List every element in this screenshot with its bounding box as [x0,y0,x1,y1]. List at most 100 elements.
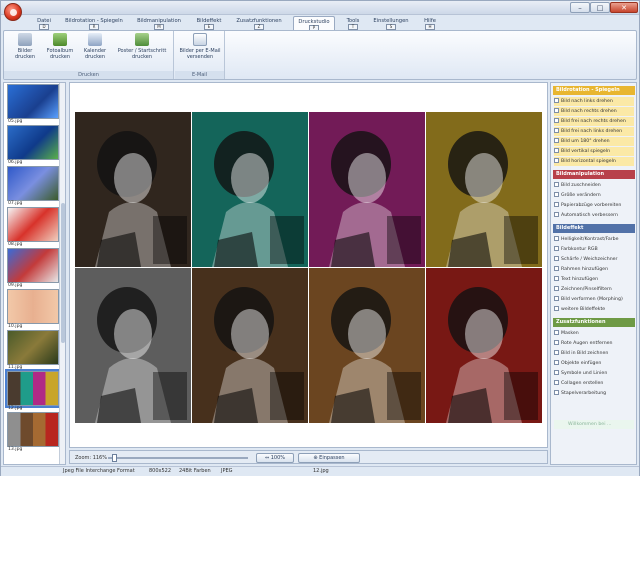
panel-item[interactable]: Rahmen hinzufügen [554,265,634,274]
panel-item[interactable]: Papierabzüge vorbereiten [554,201,634,210]
email-icon [193,33,207,46]
image-canvas[interactable] [69,82,548,448]
thumbnail-label: 13.jpg [8,447,23,452]
panel-item[interactable]: Bild vertikal spiegeln [554,147,634,156]
panel-footer: Willkommen bei ... [554,420,634,429]
panel-section-header[interactable]: Bildrotation - Spiegeln [553,86,635,95]
function-icon [554,148,559,153]
function-icon [554,286,559,291]
function-icon [554,390,559,395]
poster-icon [135,33,149,46]
function-icon [554,266,559,271]
tab-tools[interactable]: Tools T [341,16,365,31]
tab-datei[interactable]: Datei D [33,16,55,31]
panel-item[interactable]: Symbole und Linien [554,369,634,378]
tab-bildmanipulation[interactable]: Bildmanipulation M [133,16,185,31]
panel-item[interactable]: Bild verformen (Morphing) [554,295,634,304]
thumbnail[interactable] [7,207,59,242]
panel-item[interactable]: Stapelverarbeitung [554,389,634,398]
tab-einstellungen[interactable]: Einstellungen S [369,16,413,31]
function-icon [554,246,559,251]
panel-item[interactable]: Text hinzufügen [554,275,634,284]
function-icon [554,330,559,335]
function-icon [554,370,559,375]
status-type: JPEG [221,468,233,474]
function-icon [554,118,559,123]
collage-tile [309,268,425,423]
scrollbar-thumb[interactable] [61,203,65,343]
panel-section-header[interactable]: Bildmanipulation [553,170,635,179]
panel-section-header[interactable]: Bildeffekt [553,224,635,233]
function-panel: Bildrotation - Spiegeln Bild nach links d… [550,82,637,465]
panel-item[interactable]: Objekte einfügen [554,359,634,368]
panel-item[interactable]: weitere Bildeffekte [554,305,634,314]
minimize-button[interactable]: – [570,2,590,13]
tab-druckstudio[interactable]: Druckstudio P [293,16,335,31]
maximize-button[interactable]: □ [590,2,610,13]
group-label-drucken: Drucken [4,71,173,79]
panel-item[interactable]: Zeichnen/Pinselfiltern [554,285,634,294]
zoom-fit-button[interactable]: ⊕ Einpassen [298,453,360,463]
function-icon [554,296,559,301]
thumbnail[interactable] [7,248,59,283]
function-icon [554,182,559,187]
panel-item[interactable]: Farbkontur RGB [554,245,634,254]
panel-item[interactable]: Helligkeit/Kontrast/Farbe [554,235,634,244]
collage-tile [192,268,308,423]
close-button[interactable]: ✕ [610,2,638,13]
send-email-button[interactable]: Bilder per E-Mail versenden [177,33,223,60]
tab-hilfe[interactable]: Hilfe H [419,16,441,31]
ribbon: Bilder drucken Fotoalbum drucken Kalende… [3,30,637,80]
function-icon [554,192,559,197]
collage-tile [309,112,425,267]
function-icon [554,108,559,113]
thumbnail[interactable] [7,125,59,160]
function-icon [554,276,559,281]
panel-item[interactable]: Bild zuschneiden [554,181,634,190]
zoom-bar: Zoom: 116% ⇔ 100% ⊕ Einpassen [69,450,548,464]
panel-item[interactable]: Bild nach links drehen [554,97,634,106]
app-menu-button[interactable] [4,3,22,21]
thumbnail-scrollbar[interactable] [59,83,65,464]
title-bar: – □ ✕ [1,1,639,15]
thumbnail-selected[interactable] [5,369,61,408]
panel-item[interactable]: Bild horizontal spiegeln [554,157,634,166]
panel-item[interactable]: Bild frei nach rechts drehen [554,117,634,126]
thumbnail-label: 11.jpg [8,365,23,370]
printer-icon [18,33,32,46]
tab-zusatzfunktionen[interactable]: Zusatzfunktionen Z [231,16,287,31]
thumbnail[interactable] [7,289,59,324]
panel-item[interactable]: Rote Augen entfernen [554,339,634,348]
panel-item[interactable]: Bild in Bild zeichnen [554,349,634,358]
function-icon [554,98,559,103]
thumbnail-strip: 05.jpg 06.jpg 07.jpg 08.jpg 09.jpg 10.jp… [3,82,66,465]
print-images-button[interactable]: Bilder drucken [7,33,43,60]
panel-item[interactable]: Bild um 180° drehen [554,137,634,146]
thumbnail-label: 09.jpg [8,283,23,288]
panel-item[interactable]: Masken [554,329,634,338]
panel-item[interactable]: Bild frei nach links drehen [554,127,634,136]
panel-section-header[interactable]: Zusatzfunktionen [553,318,635,327]
thumbnail[interactable] [7,412,59,447]
panel-item[interactable]: Bild nach rechts drehen [554,107,634,116]
zoom-100-button[interactable]: ⇔ 100% [256,453,294,463]
thumbnail[interactable] [7,166,59,201]
thumbnail-label: 12.jpg [8,406,23,411]
zoom-slider-handle[interactable] [112,454,117,462]
tab-bildrotation[interactable]: Bildrotation - Spiegeln R [61,16,127,31]
print-album-button[interactable]: Fotoalbum drucken [42,33,78,60]
print-poster-button[interactable]: Poster / Startschritt drucken [112,33,172,60]
panel-item[interactable]: Schärfe / Weichzeichner [554,255,634,264]
zoom-slider[interactable] [108,457,248,459]
function-icon [554,202,559,207]
panel-item[interactable]: Automatisch verbessern [554,211,634,220]
tab-bildeffekt[interactable]: Bildeffekt E [191,16,227,31]
print-calendar-button[interactable]: Kalender drucken [77,33,113,60]
panel-item[interactable]: Collagen erstellen [554,379,634,388]
panel-item[interactable]: Größe verändern [554,191,634,200]
thumbnail[interactable] [7,84,59,119]
function-icon [554,138,559,143]
calendar-icon [88,33,102,46]
function-icon [554,380,559,385]
thumbnail[interactable] [7,330,59,365]
